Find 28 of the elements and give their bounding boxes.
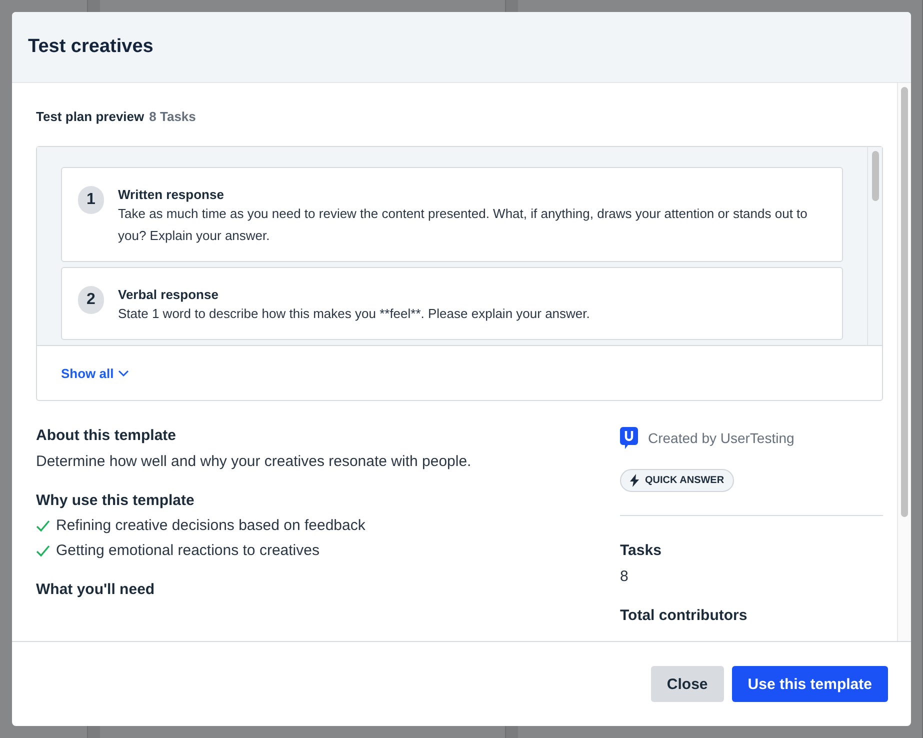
task-description: State 1 word to describe how this makes you **feel**. Please explain your answer. [118, 305, 590, 323]
quick-answer-badge: QUICK ANSWER [620, 469, 734, 492]
about-text: Determine how well and why your creatives resonate with people. [36, 453, 472, 470]
chevron-down-icon [118, 370, 129, 376]
task-number: 1 [78, 186, 104, 214]
creator-text: Created by UserTesting [648, 430, 794, 446]
preview-label: Test plan preview [36, 109, 144, 124]
benefit-item: Getting emotional reactions to creatives [56, 542, 320, 559]
dialog-title: Test creatives [28, 36, 154, 58]
lightning-icon [630, 474, 639, 487]
task-title: Verbal response [118, 287, 220, 302]
close-button[interactable]: Close [650, 666, 724, 702]
section-heading: About this template [36, 427, 178, 444]
show-all-link[interactable]: Show all [61, 366, 129, 380]
stat-label: Total contributors [620, 607, 748, 624]
check-icon [36, 520, 50, 532]
stat-value: 8 [620, 568, 630, 585]
stat-label: Tasks [620, 542, 662, 559]
task-count: 8 Tasks [149, 109, 196, 124]
logo-icon [620, 427, 638, 449]
check-icon [36, 544, 50, 556]
use-template-button[interactable]: Use this template [732, 666, 888, 702]
section-heading: Why use this template [36, 492, 196, 509]
section-heading: What you'll need [36, 581, 156, 598]
benefit-item: Refining creative decisions based on feedback [56, 517, 366, 534]
task-title: Written response [118, 187, 225, 202]
task-number: 2 [78, 286, 104, 314]
task-description: Take as much time as you need to review the content presented. What, if anything, draws your attention or stands out to you? Explain your answer. [118, 205, 808, 245]
